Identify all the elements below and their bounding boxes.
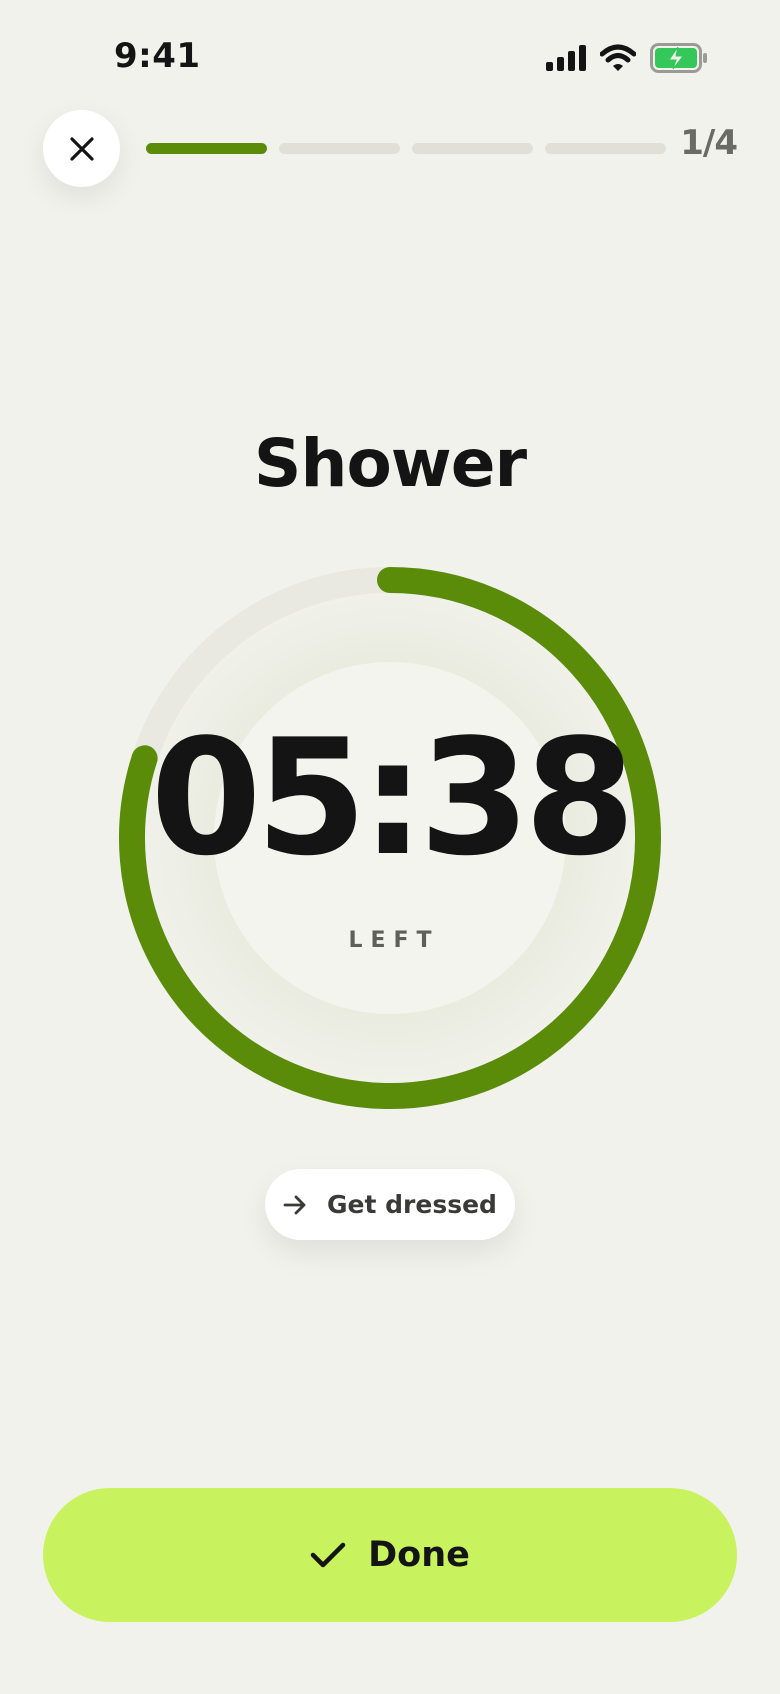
routine-timer-screen: 9:41 1/4 Shower 05:38 LEFT Get dressed D…: [0, 0, 780, 1694]
battery-charging-icon: [650, 43, 707, 73]
status-bar: 9:41: [0, 0, 780, 110]
cellular-signal-icon: [546, 45, 586, 71]
task-title: Shower: [253, 425, 527, 502]
checkmark-icon: [310, 1542, 346, 1568]
wifi-icon: [600, 44, 636, 71]
step-bar-3: [412, 143, 533, 154]
step-progress: [146, 143, 666, 154]
step-counter: 1/4: [680, 123, 738, 163]
timer-value: 05:38: [150, 704, 635, 891]
next-task-chip[interactable]: Get dressed: [265, 1169, 515, 1240]
status-time: 9:41: [114, 36, 201, 76]
arrow-right-icon: [283, 1195, 306, 1214]
status-icons: [546, 40, 708, 76]
close-button[interactable]: [43, 110, 120, 187]
next-task-label: Get dressed: [327, 1190, 497, 1219]
done-label: Done: [368, 1535, 470, 1575]
timer-caption: LEFT: [348, 928, 440, 953]
step-bar-1: [146, 143, 267, 154]
close-icon: [69, 136, 94, 161]
done-button[interactable]: Done: [43, 1488, 737, 1622]
step-bar-2: [279, 143, 400, 154]
countdown-timer: 05:38 LEFT: [118, 566, 662, 1110]
step-bar-4: [545, 143, 666, 154]
